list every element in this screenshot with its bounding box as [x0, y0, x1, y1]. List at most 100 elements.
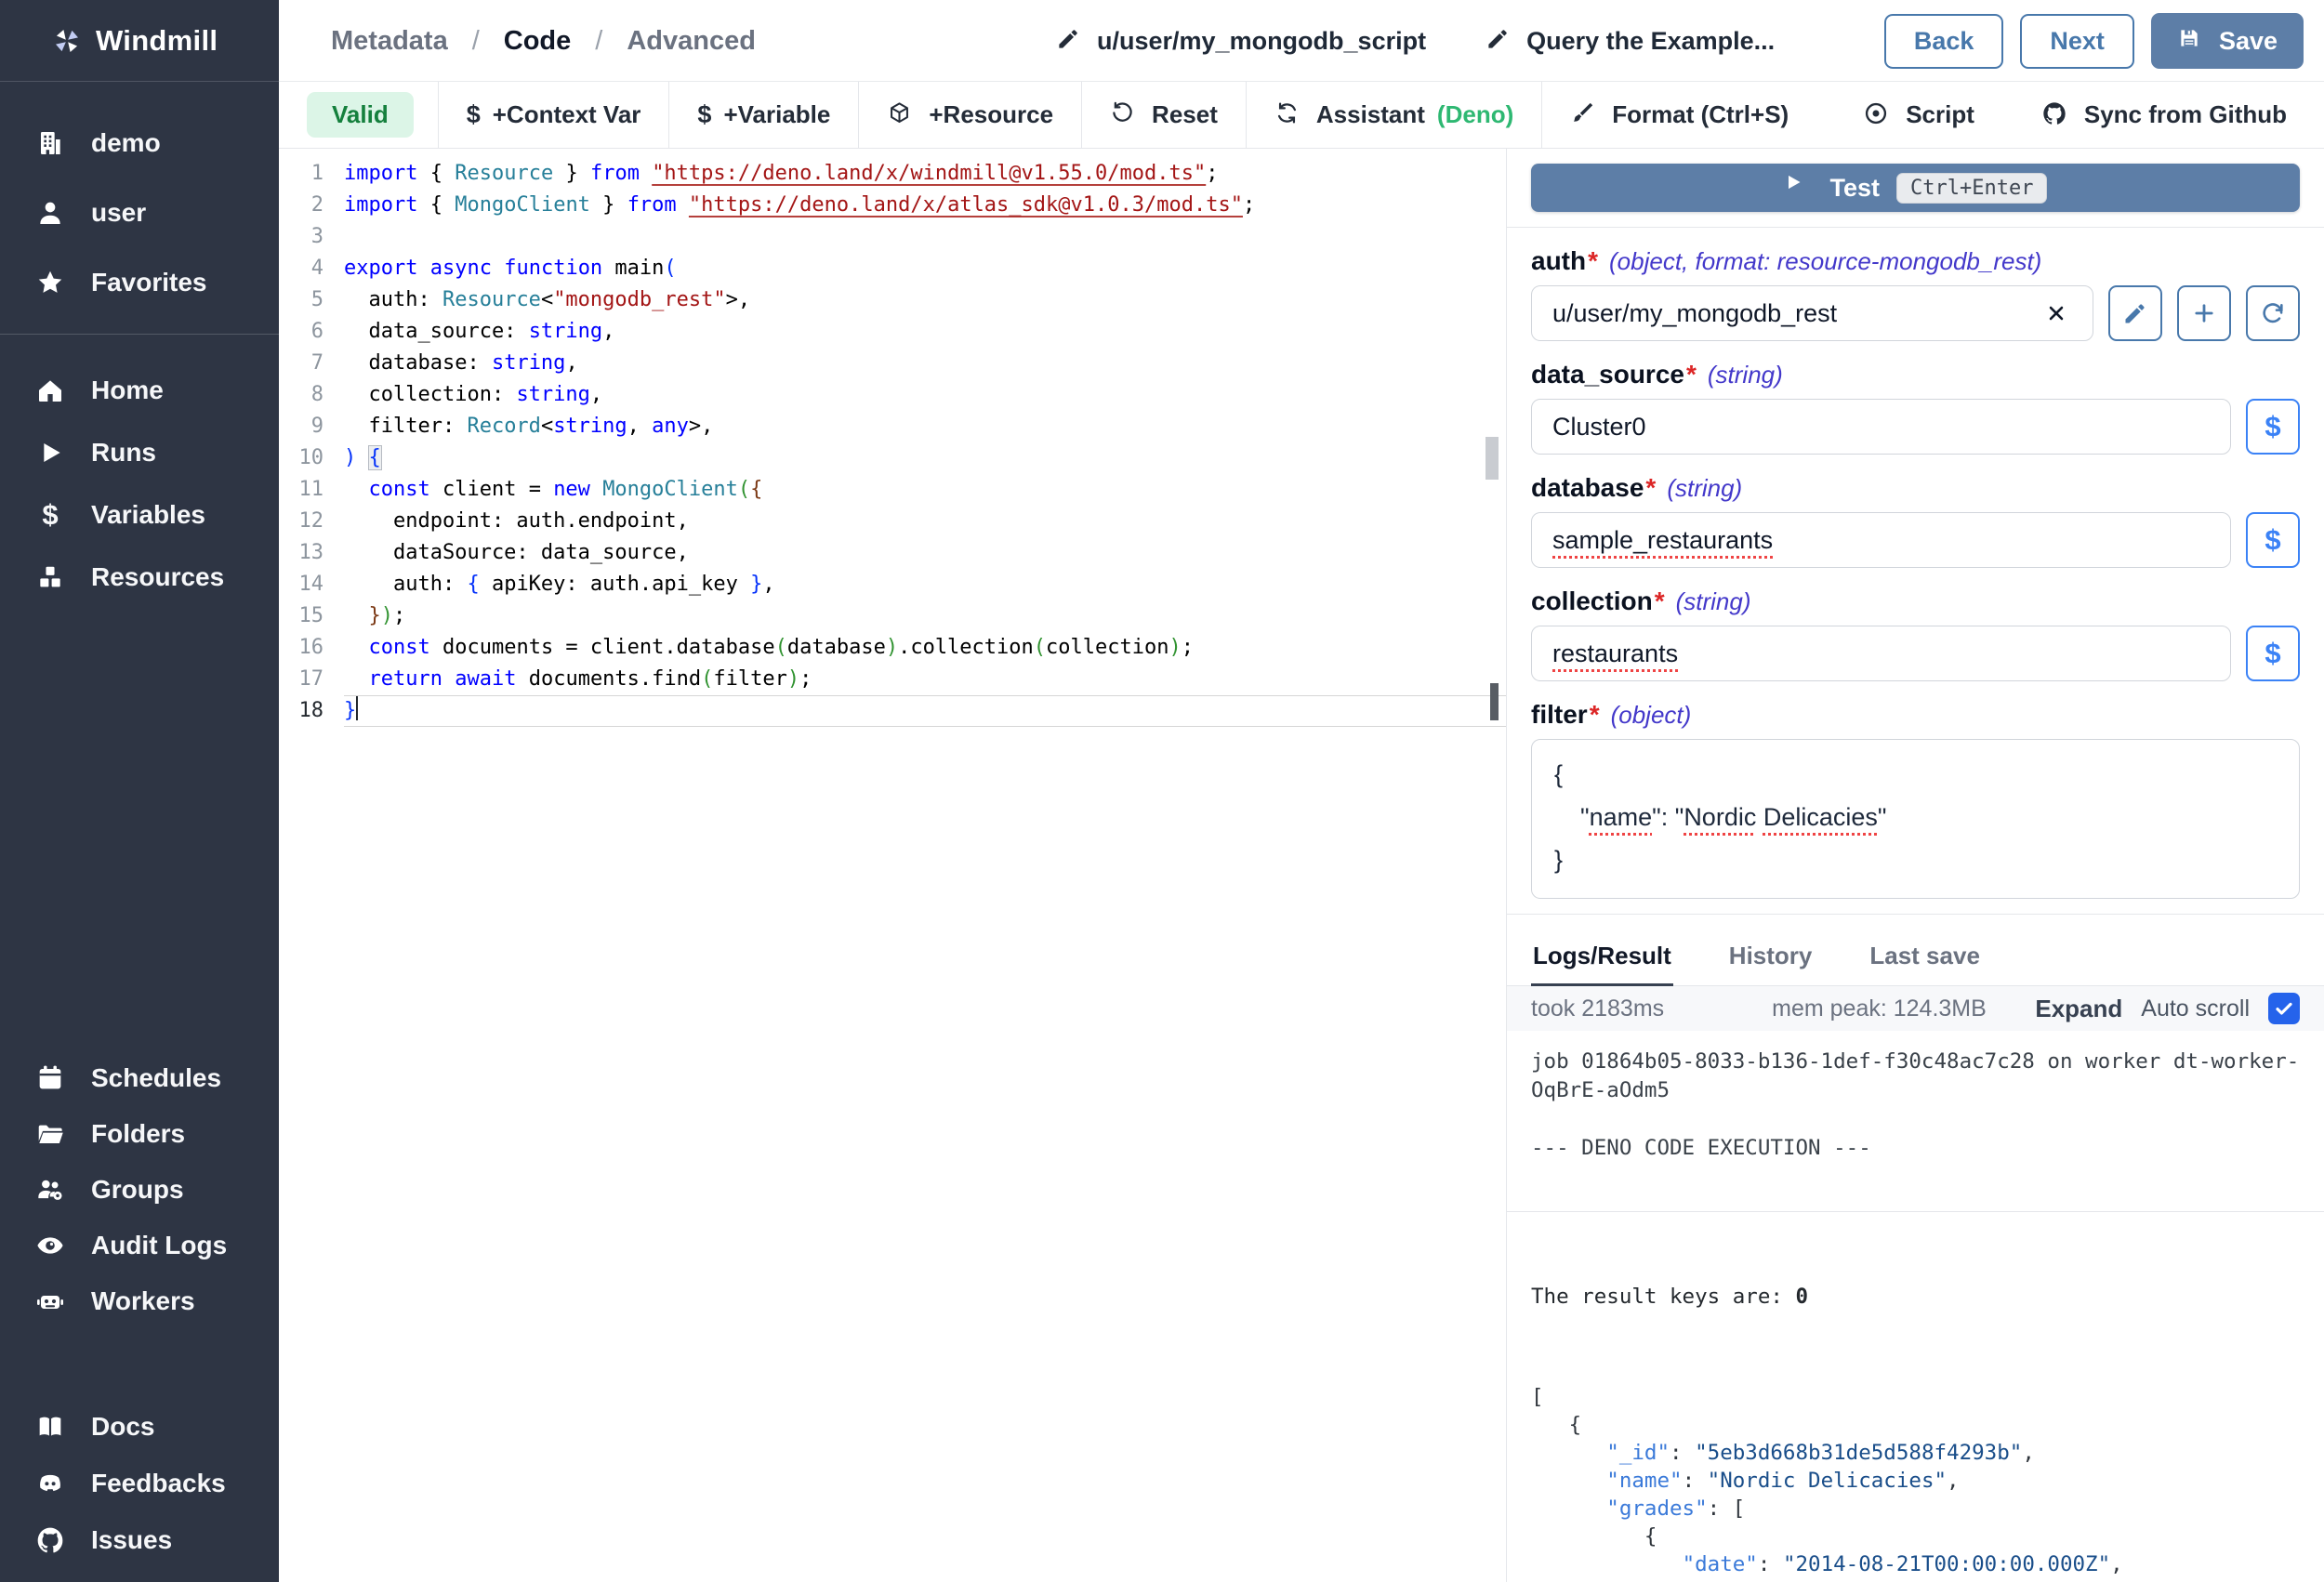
code-line[interactable]: 4export async function main(	[279, 253, 1506, 284]
database-input[interactable]: sample_restaurants	[1531, 512, 2231, 568]
sidebar-item-favorites[interactable]: Favorites	[0, 247, 279, 317]
auth-field-row: u/user/my_mongodb_rest	[1531, 285, 2300, 341]
code-line[interactable]: 10) {	[279, 442, 1506, 474]
sidebar-item-groups[interactable]: Groups	[0, 1162, 279, 1218]
sidebar-item-demo[interactable]: demo	[0, 108, 279, 178]
-context-var-button[interactable]: $+Context Var	[439, 82, 669, 149]
-resource-button[interactable]: +Resource	[859, 82, 1081, 149]
collection-input[interactable]: restaurants	[1531, 626, 2231, 681]
assistant-button[interactable]: Assistant(Deno)	[1247, 82, 1541, 149]
sidebar-item-label: Schedules	[91, 1063, 221, 1093]
code-line[interactable]: 15 });	[279, 600, 1506, 632]
tab-metadata[interactable]: Metadata	[331, 26, 448, 57]
insert-variable-button[interactable]: $	[2246, 512, 2300, 568]
sidebar-item-audit-logs[interactable]: Audit Logs	[0, 1218, 279, 1273]
required-asterisk: *	[1645, 473, 1656, 503]
code-line[interactable]: 3	[279, 221, 1506, 253]
clear-resource-button[interactable]	[2040, 297, 2072, 329]
breadcrumb-separator: /	[595, 26, 602, 57]
format-ctrl-s--button[interactable]: Format (Ctrl+S)	[1542, 82, 1816, 149]
sidebar-divider	[0, 334, 279, 335]
-variable-button[interactable]: $+Variable	[669, 82, 858, 149]
sidebar-item-variables[interactable]: $ Variables	[0, 483, 279, 546]
sidebar-item-feedbacks[interactable]: Feedbacks	[0, 1455, 279, 1511]
data_source-input[interactable]: Cluster0	[1531, 399, 2231, 455]
auth-input[interactable]: u/user/my_mongodb_rest	[1531, 285, 2093, 341]
next-button[interactable]: Next	[2020, 14, 2134, 69]
tab-advanced[interactable]: Advanced	[627, 26, 756, 57]
tab-last-save[interactable]: Last save	[1868, 929, 1982, 985]
sidebar-item-workers[interactable]: Workers	[0, 1273, 279, 1329]
app-title: Windmill	[96, 24, 218, 58]
data_source-field-row: Cluster0 $	[1531, 399, 2300, 455]
editor-scrollbar-thumb[interactable]	[1486, 437, 1499, 480]
code-line[interactable]: 18}	[279, 695, 1506, 727]
sidebar-item-user[interactable]: user	[0, 178, 279, 247]
sidebar-item-label: Favorites	[91, 268, 207, 297]
code-line[interactable]: 9 filter: Record<string, any>,	[279, 411, 1506, 442]
sidebar-item-home[interactable]: Home	[0, 359, 279, 421]
reset-button[interactable]: Reset	[1082, 82, 1246, 149]
assistant-language-label: (Deno)	[1437, 100, 1513, 129]
sidebar-item-docs[interactable]: Docs	[0, 1398, 279, 1455]
edit-resource-button[interactable]	[2108, 285, 2162, 341]
dollar-icon: $	[35, 498, 65, 532]
script-button[interactable]: Script	[1863, 100, 1974, 130]
code-line[interactable]: 5 auth: Resource<"mongodb_rest">,	[279, 284, 1506, 316]
test-button[interactable]: Test Ctrl+Enter	[1531, 164, 2300, 212]
save-button[interactable]: Save	[2151, 13, 2304, 69]
code-line[interactable]: 11 const client = new MongoClient({	[279, 474, 1506, 506]
code-line[interactable]: 12 endpoint: auth.endpoint,	[279, 506, 1506, 537]
code-line[interactable]: 7 database: string,	[279, 348, 1506, 379]
code-line[interactable]: 16 const documents = client.database(dat…	[279, 632, 1506, 664]
sidebar-item-issues[interactable]: Issues	[0, 1511, 279, 1568]
result-json-line: "date": "2014-08-21T00:00:00.000Z",	[1531, 1550, 2300, 1578]
windmill-logo-icon	[52, 26, 82, 56]
book-icon	[35, 1412, 65, 1442]
cubes-icon	[35, 562, 65, 592]
code-line[interactable]: 6 data_source: string,	[279, 316, 1506, 348]
sync-from-github-button[interactable]: Sync from Github	[2041, 100, 2287, 130]
cube-icon	[887, 100, 917, 130]
tab-history[interactable]: History	[1727, 929, 1815, 985]
text-cursor	[356, 696, 358, 720]
editor-toolbar: Valid $+Context Var$+Variable+ResourceRe…	[279, 82, 2324, 149]
sidebar-item-schedules[interactable]: Schedules	[0, 1050, 279, 1106]
insert-variable-button[interactable]: $	[2246, 399, 2300, 455]
tab-logs-result[interactable]: Logs/Result	[1531, 929, 1673, 986]
result-json-line: "grade": "A",	[1531, 1578, 2300, 1582]
building-icon	[35, 128, 65, 158]
script-path-chip[interactable]: u/user/my_mongodb_script	[1056, 26, 1426, 56]
autoscroll-checkbox[interactable]	[2268, 993, 2300, 1024]
sidebar-item-runs[interactable]: Runs	[0, 421, 279, 483]
code-line[interactable]: 14 auth: { apiKey: auth.api_key },	[279, 569, 1506, 600]
script-path: u/user/my_mongodb_script	[1097, 27, 1426, 56]
line-number: 16	[279, 632, 324, 664]
code-line[interactable]: 2import { MongoClient } from "https://de…	[279, 190, 1506, 221]
script-summary-chip[interactable]: Query the Example...	[1486, 26, 1775, 56]
code-line[interactable]: 1import { Resource } from "https://deno.…	[279, 158, 1506, 190]
collection-field-label: collection*(string)	[1531, 587, 2300, 616]
code-line[interactable]: 17 return await documents.find(filter);	[279, 664, 1506, 695]
sidebar-groups: demouser Favorites Home Runs $ Variables Resou…	[0, 108, 279, 1568]
expand-button[interactable]: Expand	[2035, 995, 2122, 1023]
line-number: 6	[279, 316, 324, 348]
workspace-logo[interactable]: Windmill	[0, 0, 279, 82]
code-editor[interactable]: 1import { Resource } from "https://deno.…	[279, 149, 1506, 1582]
sidebar-item-label: Runs	[91, 438, 156, 468]
sidebar-item-resources[interactable]: Resources	[0, 546, 279, 608]
add-resource-button[interactable]	[2177, 285, 2231, 341]
line-number: 15	[279, 600, 324, 632]
code-line[interactable]: 13 dataSource: data_source,	[279, 537, 1506, 569]
filter-json-editor[interactable]: {"name": "Nordic Delicacies"}	[1531, 739, 2300, 899]
sidebar-item-label: Variables	[91, 500, 205, 530]
tab-code[interactable]: Code	[504, 26, 572, 57]
sidebar-item-folders[interactable]: Folders	[0, 1106, 279, 1162]
refresh-resource-button[interactable]	[2246, 285, 2300, 341]
insert-variable-button[interactable]: $	[2246, 626, 2300, 681]
back-button[interactable]: Back	[1884, 14, 2004, 69]
result-json-line: [	[1531, 1383, 2300, 1411]
result-json-line: "grades": [	[1531, 1495, 2300, 1523]
code-line[interactable]: 8 collection: string,	[279, 379, 1506, 411]
run-duration: took 2183ms	[1531, 995, 1664, 1022]
